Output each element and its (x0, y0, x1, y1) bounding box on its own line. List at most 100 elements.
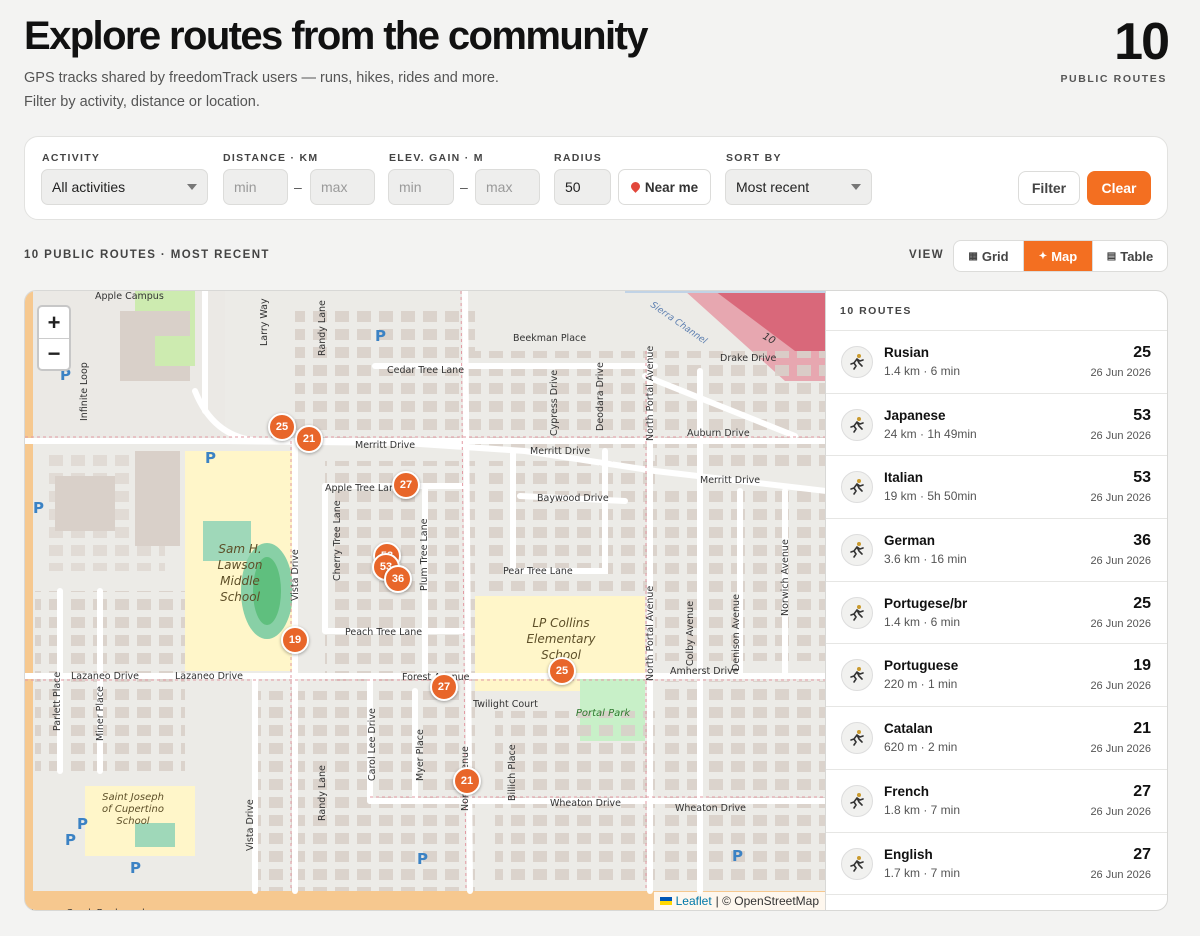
route-list-item[interactable]: Portugese/br 1.4 km · 6 min 25 26 Jun 2026 (826, 582, 1167, 645)
activity-run-icon (841, 346, 873, 378)
svg-text:Lazaneo Drive: Lazaneo Drive (71, 671, 139, 682)
svg-text:Miner Place: Miner Place (95, 686, 106, 741)
page-subtitle: GPS tracks shared by freedomTrack users … (24, 70, 499, 110)
view-map-button[interactable]: ✦ Map (1023, 241, 1092, 271)
view-map-label: Map (1051, 248, 1078, 264)
route-date: 26 Jun 2026 (1090, 680, 1151, 693)
view-grid-label: Grid (981, 248, 1009, 264)
view-table-button[interactable]: ▤ Table (1092, 241, 1167, 271)
route-marker[interactable]: 27 (392, 471, 420, 499)
svg-text:North Portal Avenue: North Portal Avenue (645, 586, 656, 681)
route-number: 21 (1133, 720, 1151, 738)
map-tiles: Apple Campus Beekman Place Cedar Tree La… (25, 291, 825, 910)
near-me-button[interactable]: Near me (618, 169, 711, 205)
distance-max-input[interactable]: max (310, 169, 375, 205)
route-date: 26 Jun 2026 (1090, 429, 1151, 442)
zoom-out-button[interactable]: − (39, 338, 69, 369)
zoom-control: + − (37, 305, 71, 371)
route-marker[interactable]: 25 (548, 657, 576, 685)
route-number: 36 (1133, 532, 1151, 550)
svg-text:Plum Tree Lane: Plum Tree Lane (419, 518, 430, 591)
view-table-label: Table (1120, 248, 1154, 264)
svg-text:Twilight Court: Twilight Court (472, 699, 538, 710)
route-map[interactable]: Apple Campus Beekman Place Cedar Tree La… (24, 290, 825, 911)
page-title: Explore routes from the community (24, 14, 648, 58)
svg-text:Infinite Loop: Infinite Loop (79, 362, 90, 421)
svg-text:P: P (375, 327, 386, 345)
svg-text:Amherst Drive: Amherst Drive (670, 666, 739, 677)
route-meta: 24 km · 1h 49min (884, 426, 977, 441)
svg-text:Pear Tree Lane: Pear Tree Lane (503, 566, 573, 577)
zoom-in-button[interactable]: + (39, 307, 69, 338)
route-list-item[interactable]: English 1.7 km · 7 min 27 26 Jun 2026 (826, 833, 1167, 896)
svg-text:Drake Drive: Drake Drive (720, 353, 777, 364)
route-list-item[interactable]: Catalan 620 m · 2 min 21 26 Jun 2026 (826, 707, 1167, 770)
route-number: 53 (1133, 406, 1151, 424)
route-meta: 620 m · 2 min (884, 740, 958, 755)
svg-text:Cypress Drive: Cypress Drive (549, 370, 560, 436)
sort-select-value: Most recent (736, 179, 810, 195)
svg-text:of Cupertino: of Cupertino (102, 804, 164, 815)
route-marker[interactable]: 21 (453, 767, 481, 795)
map-pin-icon (628, 179, 642, 193)
activity-select[interactable]: All activities (41, 169, 208, 205)
activity-run-icon (841, 784, 873, 817)
route-list-item[interactable]: Portuguese 220 m · 1 min 19 26 Jun 2026 (826, 644, 1167, 708)
route-number: 19 (1133, 657, 1151, 675)
osm-attribution: | © OpenStreetMap (715, 894, 819, 908)
svg-text:Beekman Place: Beekman Place (513, 333, 586, 344)
svg-text:Lazaneo Drive: Lazaneo Drive (175, 671, 243, 682)
elev-min-input[interactable]: min (388, 169, 454, 205)
map-attribution: Leaflet | © OpenStreetMap (653, 892, 825, 910)
route-marker[interactable]: 19 (281, 626, 309, 654)
route-name: Portugese/br (884, 595, 968, 611)
sort-select[interactable]: Most recent (725, 169, 872, 205)
route-marker[interactable]: 21 (295, 425, 323, 453)
svg-text:School: School (116, 816, 149, 827)
route-meta: 1.8 km · 7 min (884, 802, 961, 817)
table-icon: ▤ (1106, 250, 1117, 262)
svg-text:Myer Place: Myer Place (415, 729, 426, 781)
distance-range-dash: – (294, 179, 302, 195)
route-list-item[interactable]: French 1.8 km · 7 min 27 26 Jun 2026 (826, 770, 1167, 833)
svg-text:Elementary: Elementary (526, 632, 596, 646)
route-list-item[interactable]: German 3.6 km · 16 min 36 26 Jun 2026 (826, 519, 1167, 582)
route-list-item[interactable]: Rusian 1.4 km · 6 min 25 26 Jun 2026 (826, 331, 1167, 394)
svg-text:P: P (205, 449, 216, 467)
svg-text:Wheaton Drive: Wheaton Drive (675, 803, 746, 814)
route-date: 26 Jun 2026 (1090, 555, 1151, 568)
route-name: Rusian (884, 345, 930, 360)
route-list-item[interactable]: Japanese 24 km · 1h 49min 53 26 Jun 2026 (826, 394, 1167, 457)
route-marker[interactable]: 36 (384, 565, 412, 593)
route-marker[interactable]: 27 (430, 673, 458, 701)
distance-min-input[interactable]: min (223, 169, 288, 205)
filter-button[interactable]: Filter (1018, 171, 1080, 205)
svg-text:Lawson: Lawson (217, 558, 262, 572)
activity-run-icon (841, 471, 873, 504)
route-meta: 1.4 km · 6 min (884, 614, 961, 629)
radius-input[interactable]: 50 (554, 169, 611, 205)
route-list-header: 10 ROUTES (826, 291, 1167, 331)
svg-text:Carol Lee Drive: Carol Lee Drive (367, 708, 378, 781)
svg-text:Auburn Drive: Auburn Drive (687, 428, 750, 439)
svg-text:Apple Tree Lane: Apple Tree Lane (325, 483, 401, 494)
distance-label: DISTANCE · KM (223, 152, 319, 164)
svg-text:North Portal Avenue: North Portal Avenue (645, 346, 656, 441)
leaflet-link[interactable]: Leaflet (676, 894, 712, 908)
view-grid-button[interactable]: ▦ Grid (954, 241, 1023, 271)
chevron-down-icon (187, 184, 197, 190)
clear-button[interactable]: Clear (1087, 171, 1151, 205)
route-number: 25 (1133, 344, 1151, 361)
activity-run-icon (841, 408, 873, 441)
route-list-item[interactable]: Italian 19 km · 5h 50min 53 26 Jun 2026 (826, 456, 1167, 520)
svg-text:Cherry Tree Lane: Cherry Tree Lane (332, 500, 343, 581)
route-meta: 19 km · 5h 50min (884, 489, 977, 504)
svg-text:Cedar Tree Lane: Cedar Tree Lane (387, 365, 464, 376)
route-date: 26 Jun 2026 (1090, 868, 1151, 881)
route-date: 26 Jun 2026 (1090, 617, 1151, 630)
elev-max-input[interactable]: max (475, 169, 540, 205)
route-number: 53 (1133, 469, 1151, 487)
route-marker[interactable]: 25 (268, 413, 296, 441)
svg-text:Parlett Place: Parlett Place (52, 672, 63, 731)
svg-text:Randy Lane: Randy Lane (317, 300, 328, 356)
